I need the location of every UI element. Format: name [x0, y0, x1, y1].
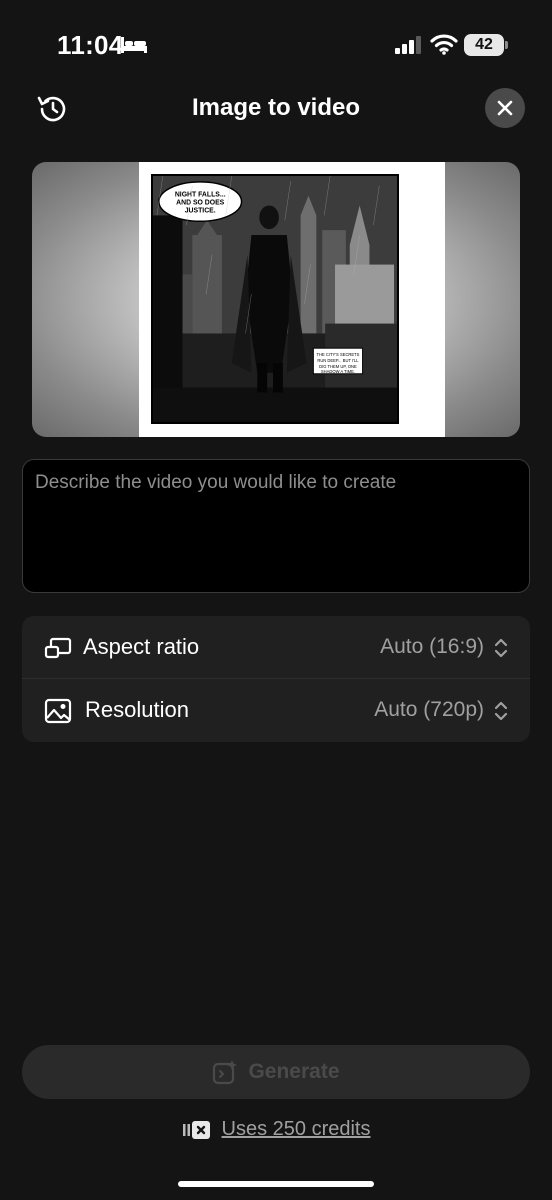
generate-button[interactable]: Generate [22, 1045, 530, 1099]
aspect-ratio-setting[interactable]: Aspect ratio Auto (16:9) [22, 616, 530, 679]
chevron-updown-icon [494, 701, 508, 721]
generate-label: Generate [248, 1060, 340, 1083]
cellular-signal-icon [395, 36, 421, 54]
resolution-value: Auto (720p) [374, 698, 484, 721]
aspect-ratio-value: Auto (16:9) [380, 635, 484, 658]
close-button[interactable] [485, 88, 525, 128]
status-time: 11:04 [57, 30, 124, 60]
credits-info[interactable]: Uses 250 credits [0, 1118, 552, 1141]
wifi-icon [430, 34, 458, 55]
svg-text:NIGHT FALLS...: NIGHT FALLS... [175, 192, 226, 199]
page-title: Image to video [191, 94, 361, 121]
settings-card: Aspect ratio Auto (16:9) Resolution Auto… [22, 616, 530, 742]
close-icon [497, 100, 513, 116]
svg-text:JUSTICE.: JUSTICE. [185, 207, 216, 214]
screen: 11:04 42 Image to video NIGHT FALLS... A… [0, 0, 552, 1200]
battery-level: 42 [475, 36, 493, 53]
aspect-ratio-icon [44, 637, 72, 659]
svg-text:AND SO DOES: AND SO DOES [176, 200, 225, 207]
battery-indicator: 42 [464, 34, 504, 56]
resolution-label: Resolution [85, 697, 189, 722]
prompt-box[interactable] [22, 459, 530, 593]
home-indicator[interactable] [178, 1181, 374, 1187]
comic-image: NIGHT FALLS... AND SO DOES JUSTICE. THE … [139, 162, 445, 437]
status-bar: 11:04 42 [0, 0, 552, 90]
aspect-ratio-label: Aspect ratio [83, 634, 200, 659]
prompt-input[interactable] [35, 472, 517, 580]
sleep-bed-icon [121, 37, 147, 53]
image-icon [44, 698, 72, 724]
battery-tip [505, 41, 508, 49]
credits-text[interactable]: Uses 250 credits [222, 1118, 371, 1141]
resolution-setting[interactable]: Resolution Auto (720p) [22, 679, 530, 742]
svg-text:RUN DEEP... BUT I'LL: RUN DEEP... BUT I'LL [317, 358, 359, 363]
svg-text:SHADOW A TIME.: SHADOW A TIME. [321, 369, 355, 374]
chevron-updown-icon [494, 638, 508, 658]
svg-text:THE CITY'S SECRETS: THE CITY'S SECRETS [316, 352, 359, 357]
comic-panel-illustration: NIGHT FALLS... AND SO DOES JUSTICE. THE … [151, 174, 399, 424]
generate-sparkle-icon [213, 1060, 238, 1085]
credits-icon [182, 1120, 210, 1139]
source-image-preview[interactable]: NIGHT FALLS... AND SO DOES JUSTICE. THE … [32, 162, 520, 437]
